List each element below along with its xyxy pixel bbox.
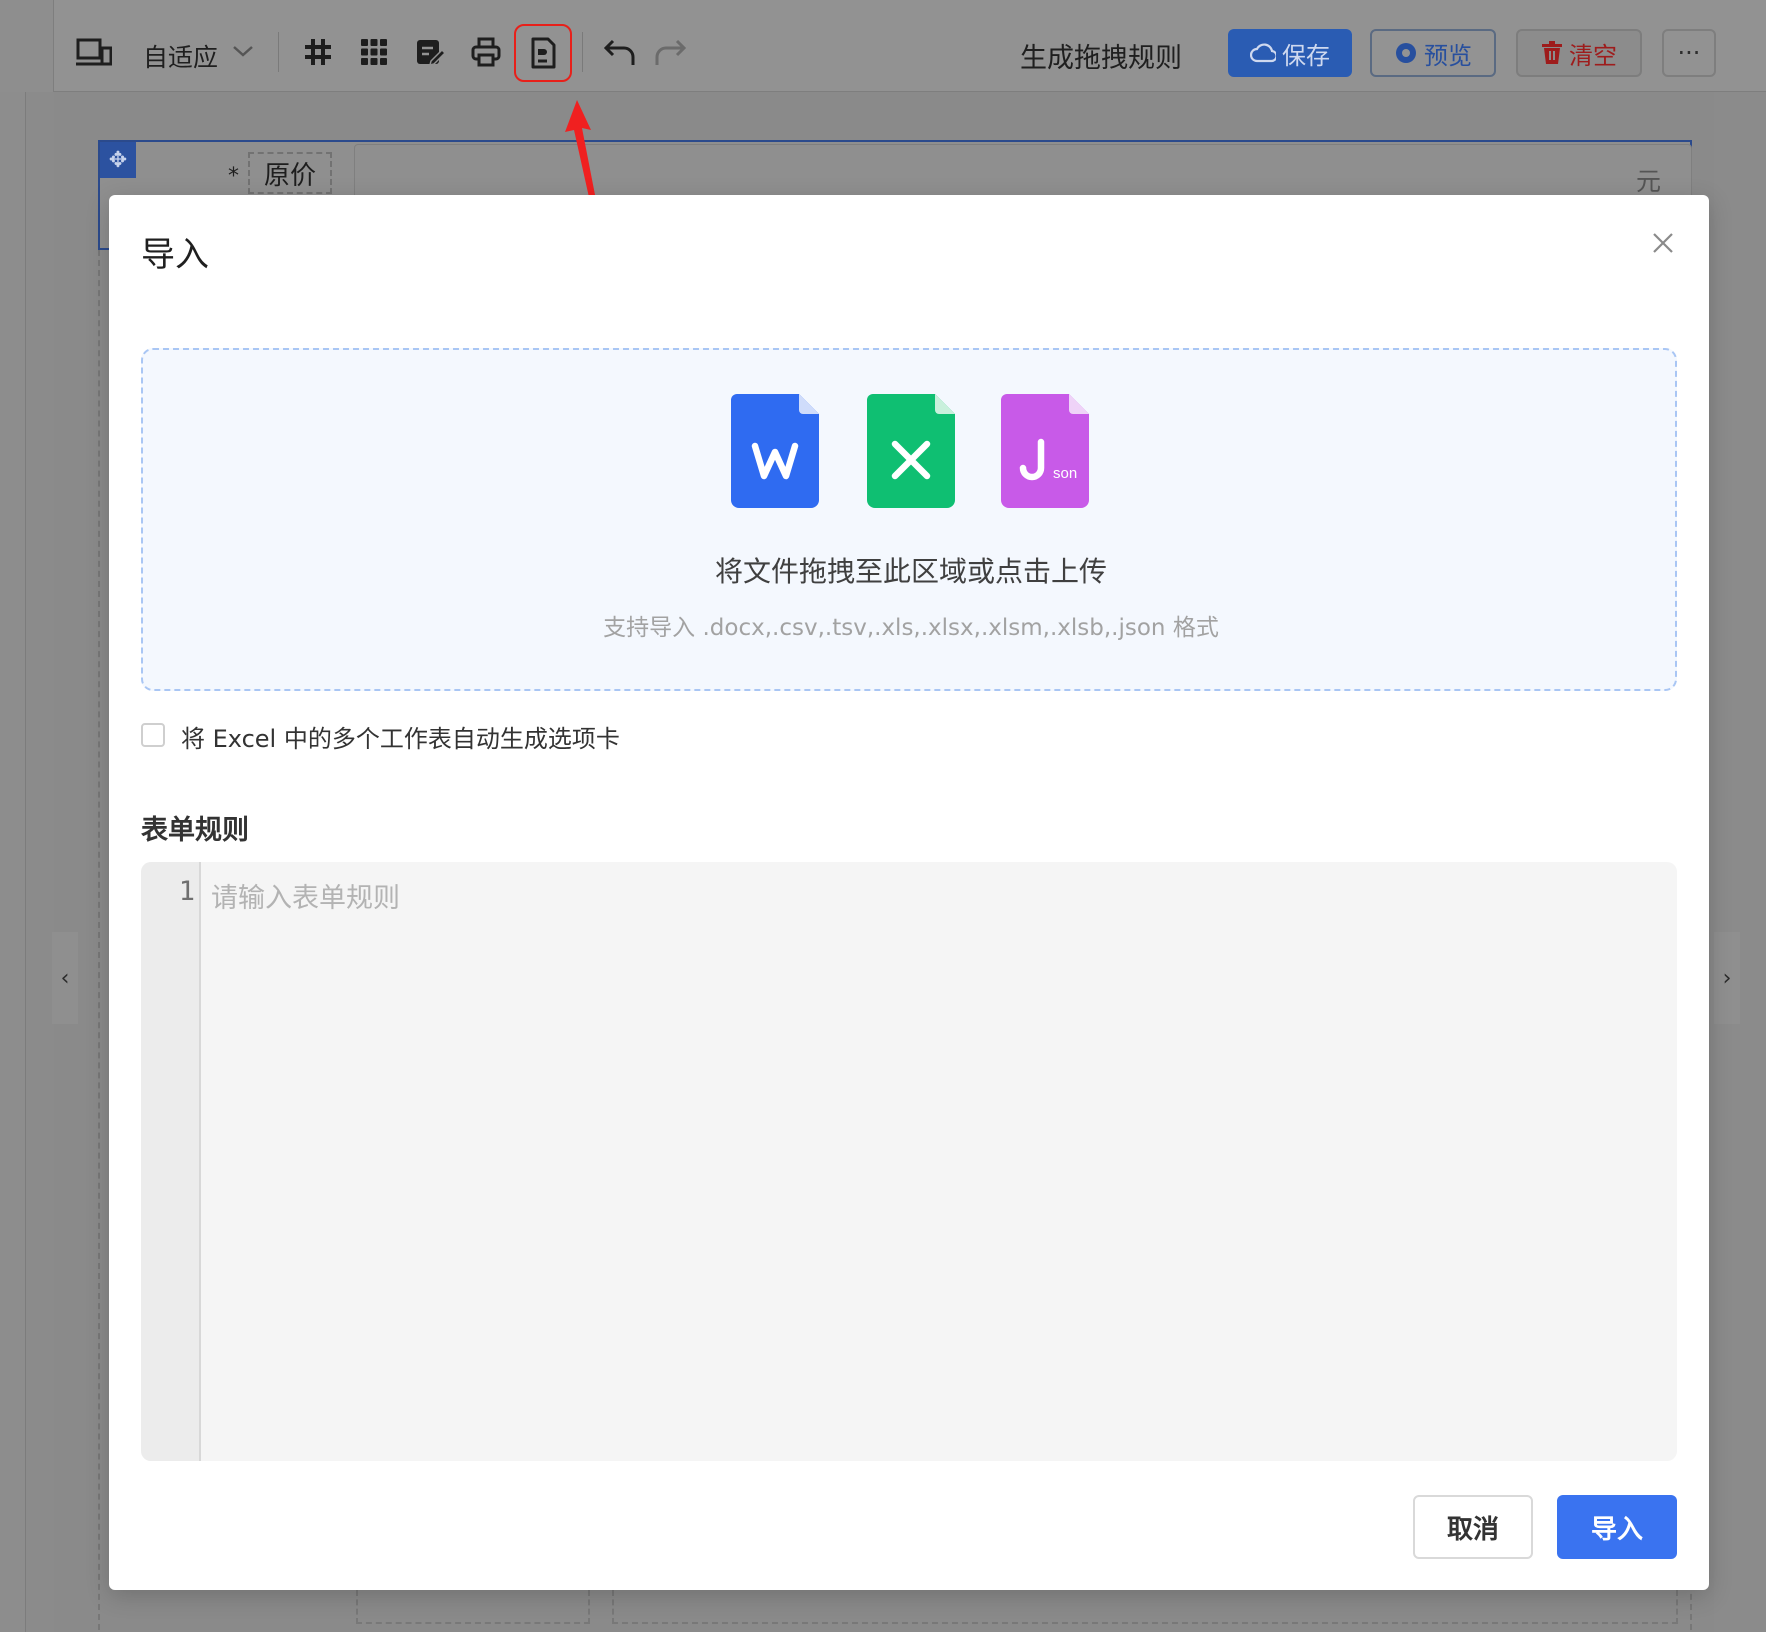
svg-text:son: son (1053, 465, 1077, 482)
trash-icon (1542, 41, 1562, 64)
canvas-guide-left (98, 250, 100, 1630)
collapse-left-icon[interactable]: ‹ (52, 932, 78, 1024)
rules-code-editor[interactable]: 1 (141, 862, 1677, 1461)
undo-icon[interactable] (602, 34, 638, 70)
import-button[interactable]: 导入 (1557, 1495, 1677, 1559)
ghost-field (356, 1590, 590, 1624)
dropzone-hint-text: 支持导入 .docx,.csv,.tsv,.xls,.xlsx,.xlsm,.x… (603, 615, 1219, 641)
move-handle-icon[interactable]: ✥ (100, 142, 136, 178)
rules-section-title: 表单规则 (141, 815, 249, 846)
top-toolbar: 自适应 生成拖拽规则 保存 预览 清空 ··· (0, 0, 1766, 92)
word-file-icon (731, 394, 819, 508)
eye-icon (1396, 43, 1416, 63)
close-icon[interactable] (1645, 225, 1681, 261)
line-number-gutter: 1 (141, 862, 201, 1461)
device-select-label[interactable]: 自适应 (143, 38, 218, 74)
toolbar-title: 生成拖拽规则 (1020, 43, 1182, 74)
left-panel (0, 92, 26, 1632)
import-file-icon[interactable] (525, 35, 561, 71)
redo-icon[interactable] (652, 34, 688, 70)
toolbar-left-gutter (0, 0, 54, 92)
clear-label: 清空 (1569, 41, 1617, 70)
line-number: 1 (178, 876, 195, 907)
json-file-icon: son (1001, 394, 1089, 508)
import-dialog: 导入 son 将文件拖拽至此区域或点击上传 支持导入 .docx,.csv,.t… (109, 195, 1709, 1590)
columns-icon[interactable] (356, 34, 392, 70)
sheets-to-tabs-label[interactable]: 将 Excel 中的多个工作表自动生成选项卡 (181, 719, 620, 754)
edit-note-icon[interactable] (412, 34, 448, 70)
sheets-to-tabs-checkbox[interactable] (141, 723, 165, 747)
toolbar-divider (582, 32, 583, 72)
chevron-down-icon[interactable] (230, 38, 256, 64)
ghost-field (612, 1590, 1678, 1624)
field-unit: 元 (1636, 167, 1662, 196)
cancel-button[interactable]: 取消 (1413, 1495, 1533, 1559)
print-icon[interactable] (468, 34, 504, 70)
collapse-right-icon[interactable]: › (1714, 932, 1740, 1024)
grid-hash-icon[interactable] (300, 34, 336, 70)
cloud-icon (1250, 43, 1276, 63)
dropzone-main-text: 将文件拖拽至此区域或点击上传 (714, 555, 1107, 588)
preview-label: 预览 (1424, 41, 1472, 70)
price-input[interactable] (354, 144, 1692, 200)
excel-file-icon (867, 394, 955, 508)
field-label: 原价 (248, 152, 332, 194)
required-mark: * (228, 164, 239, 189)
toolbar-divider (278, 32, 279, 72)
upload-dropzone[interactable]: son 将文件拖拽至此区域或点击上传 支持导入 .docx,.csv,.tsv,… (141, 348, 1677, 691)
preview-button[interactable]: 预览 (1370, 29, 1496, 77)
clear-button[interactable]: 清空 (1516, 29, 1642, 77)
dialog-title: 导入 (141, 235, 209, 275)
rules-input[interactable] (201, 862, 1677, 1461)
save-label: 保存 (1282, 41, 1330, 70)
device-icon[interactable] (74, 32, 114, 72)
more-button[interactable]: ··· (1662, 29, 1716, 77)
save-button[interactable]: 保存 (1228, 29, 1352, 77)
